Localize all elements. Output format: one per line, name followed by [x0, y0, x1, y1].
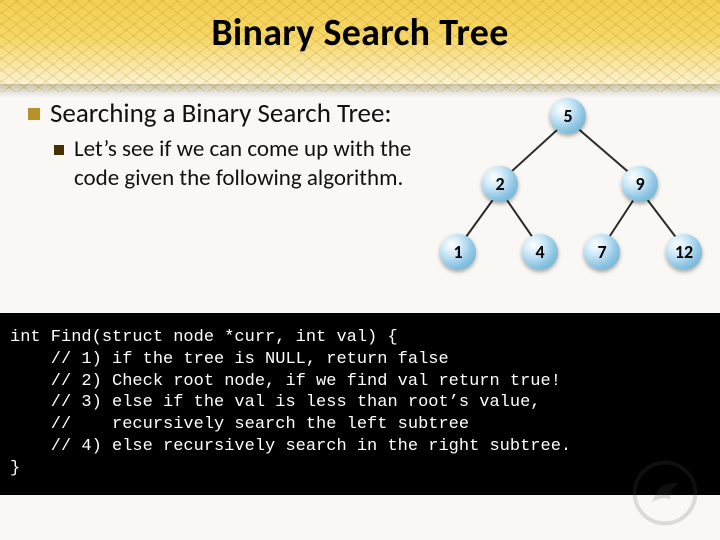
- heading-text: Searching a Binary Search Tree:: [50, 98, 392, 129]
- tree-node-7: 7: [584, 234, 620, 270]
- tree-node-5: 5: [550, 98, 586, 134]
- sub-bullet-row: Let’s see if we can come up with the cod…: [54, 135, 418, 193]
- tree-node-1: 1: [440, 234, 476, 270]
- bullet-heading-row: Searching a Binary Search Tree:: [28, 98, 418, 129]
- content-block: Searching a Binary Search Tree: Let’s se…: [28, 98, 418, 193]
- page-title: Binary Search Tree: [0, 10, 720, 56]
- square-bullet-icon: [28, 108, 40, 120]
- tree-node-12: 12: [666, 234, 702, 270]
- square-bullet-icon: [54, 145, 64, 155]
- tree-node-2: 2: [482, 166, 518, 202]
- pegasus-logo-icon: [632, 460, 698, 526]
- code-block: int Find(struct node *curr, int val) { /…: [0, 313, 720, 495]
- subpoint-text: Let’s see if we can come up with the cod…: [74, 135, 418, 193]
- tree-node-4: 4: [522, 234, 558, 270]
- tree-node-9: 9: [622, 166, 658, 202]
- bst-diagram: 5 2 9 1 4 7 12: [430, 90, 710, 280]
